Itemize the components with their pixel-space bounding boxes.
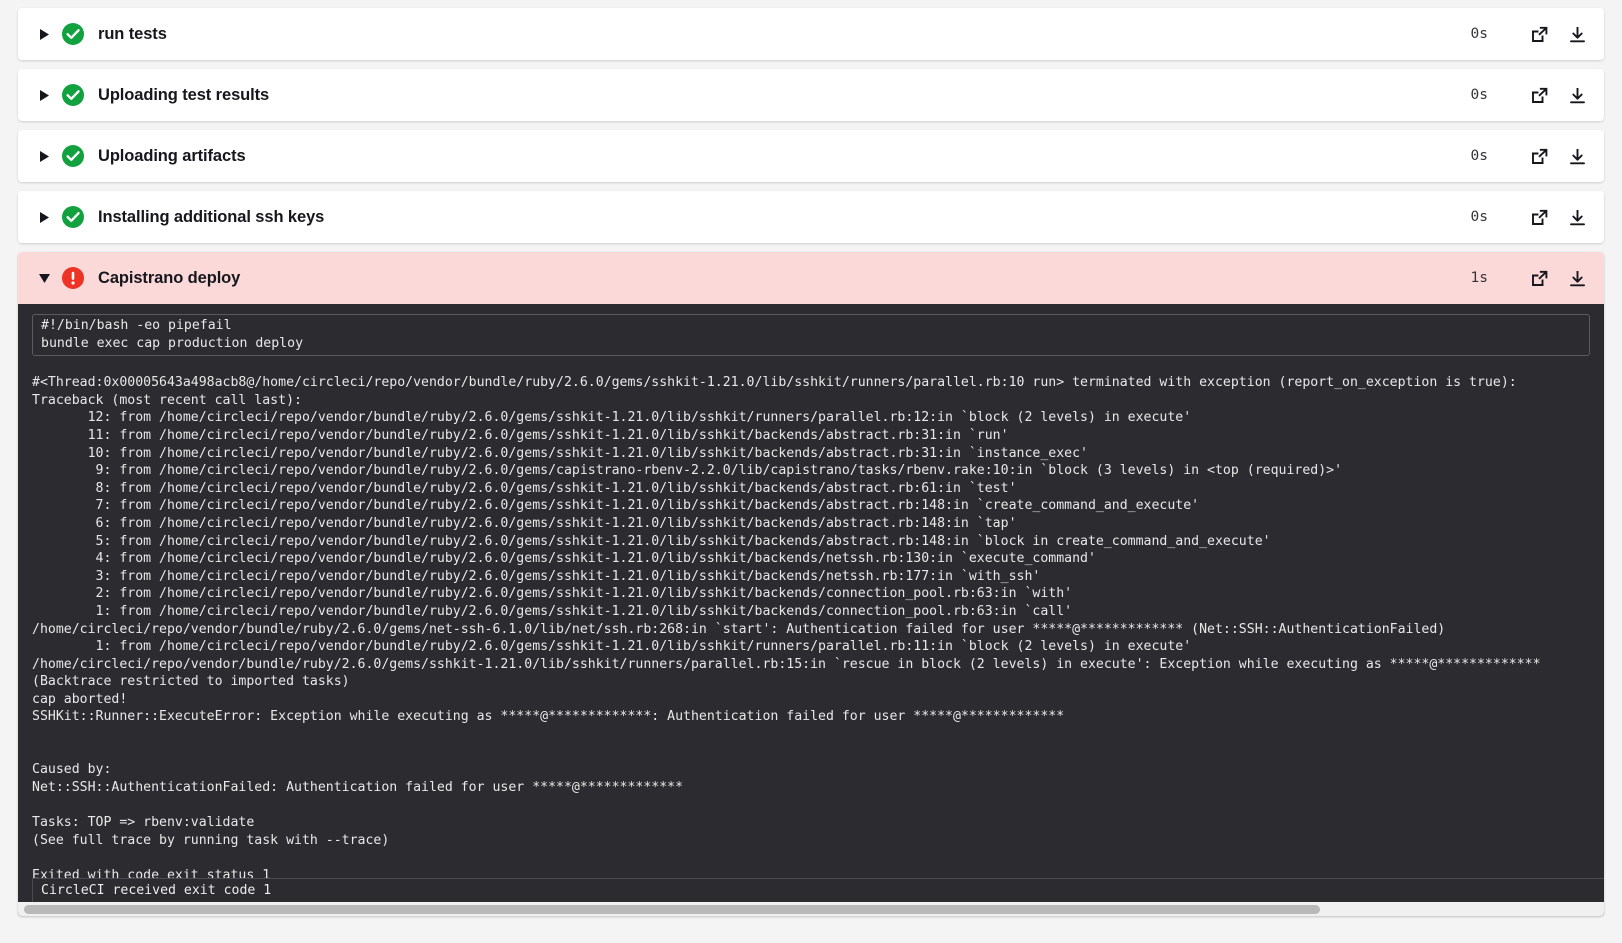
horizontal-scrollbar-thumb[interactable] [24,905,1320,914]
external-link-icon[interactable] [1528,84,1550,106]
step-card: Uploading artifacts 0s [18,130,1604,182]
terminal-line: /home/circleci/repo/vendor/bundle/ruby/2… [32,621,1446,637]
step-header-run-tests[interactable]: run tests 0s [18,8,1604,60]
step-title: Capistrano deploy [98,268,241,287]
terminal-line: 1: from /home/circleci/repo/vendor/bundl… [32,603,1073,619]
terminal-output-lines: #<Thread:0x00005643a498acb8@/home/circle… [18,356,1604,884]
step-header-capistrano-deploy[interactable]: Capistrano deploy 1s [18,252,1604,304]
caret-right-icon[interactable] [36,148,52,164]
external-link-icon[interactable] [1528,145,1550,167]
step-card: Uploading test results 0s [18,69,1604,121]
build-steps-list: run tests 0s Uploading test results 0s U… [0,0,1622,916]
step-duration: 0s [1470,26,1488,42]
step-duration: 0s [1470,209,1488,225]
terminal-line: 3: from /home/circleci/repo/vendor/bundl… [32,568,1041,584]
terminal-output[interactable]: #!/bin/bash -eo pipefail bundle exec cap… [18,304,1604,916]
check-circle-icon [62,145,84,167]
terminal-received-line: CircleCI received exit code 1 [32,878,1604,902]
terminal-line: 12: from /home/circleci/repo/vendor/bund… [32,410,1192,426]
terminal-line: 7: from /home/circleci/repo/vendor/bundl… [32,498,1200,514]
step-title: Uploading artifacts [98,146,246,165]
download-icon[interactable] [1566,267,1588,289]
step-card-failed: Capistrano deploy 1s #!/bin/bash -eo pip… [18,252,1604,916]
step-title: Uploading test results [98,85,270,104]
step-card: Installing additional ssh keys 0s [18,191,1604,243]
check-circle-icon [62,206,84,228]
terminal-line: Tasks: TOP => rbenv:validate [32,815,255,831]
terminal-line: 6: from /home/circleci/repo/vendor/bundl… [32,515,1017,531]
terminal-line: 10: from /home/circleci/repo/vendor/bund… [32,445,1088,461]
external-link-icon[interactable] [1528,206,1550,228]
external-link-icon[interactable] [1528,267,1550,289]
step-title: run tests [98,24,167,43]
terminal-line: Net::SSH::AuthenticationFailed: Authenti… [32,779,684,795]
terminal-line: 9: from /home/circleci/repo/vendor/bundl… [32,463,1343,479]
step-header-uploading-test-results[interactable]: Uploading test results 0s [18,69,1604,121]
terminal-line: 11: from /home/circleci/repo/vendor/bund… [32,427,1009,443]
step-duration: 0s [1470,148,1488,164]
terminal-line: 5: from /home/circleci/repo/vendor/bundl… [32,533,1271,549]
terminal-line: /home/circleci/repo/vendor/bundle/ruby/2… [32,656,1541,672]
download-icon[interactable] [1566,206,1588,228]
horizontal-scrollbar[interactable] [18,902,1604,916]
terminal-line: Traceback (most recent call last): [32,392,302,408]
terminal-line: 1: from /home/circleci/repo/vendor/bundl… [32,639,1192,655]
terminal-line: (See full trace by running task with --t… [32,832,390,848]
terminal-line: (Backtrace restricted to imported tasks) [32,674,350,690]
step-header-uploading-artifacts[interactable]: Uploading artifacts 0s [18,130,1604,182]
caret-right-icon[interactable] [36,26,52,42]
terminal-line: 8: from /home/circleci/repo/vendor/bundl… [32,480,1017,496]
terminal-command: #!/bin/bash -eo pipefail bundle exec cap… [32,314,1590,357]
terminal-line: Caused by: [32,762,112,778]
step-duration: 0s [1470,87,1488,103]
terminal-line: 2: from /home/circleci/repo/vendor/bundl… [32,586,1073,602]
terminal-line: SSHKit::Runner::ExecuteError: Exception … [32,709,1065,725]
download-icon[interactable] [1566,84,1588,106]
caret-right-icon[interactable] [36,209,52,225]
caret-right-icon[interactable] [36,87,52,103]
check-circle-icon [62,23,84,45]
terminal-line: #<Thread:0x00005643a498acb8@/home/circle… [32,375,1517,391]
step-header-installing-additional-ssh-keys[interactable]: Installing additional ssh keys 0s [18,191,1604,243]
check-circle-icon [62,84,84,106]
step-duration: 1s [1470,270,1488,286]
external-link-icon[interactable] [1528,23,1550,45]
exclamation-circle-icon [62,267,84,289]
download-icon[interactable] [1566,23,1588,45]
download-icon[interactable] [1566,145,1588,167]
step-title: Installing additional ssh keys [98,207,325,226]
terminal-line: cap aborted! [32,691,128,707]
step-card: run tests 0s [18,8,1604,60]
terminal-line: 4: from /home/circleci/repo/vendor/bundl… [32,551,1096,567]
caret-down-icon[interactable] [36,270,52,286]
